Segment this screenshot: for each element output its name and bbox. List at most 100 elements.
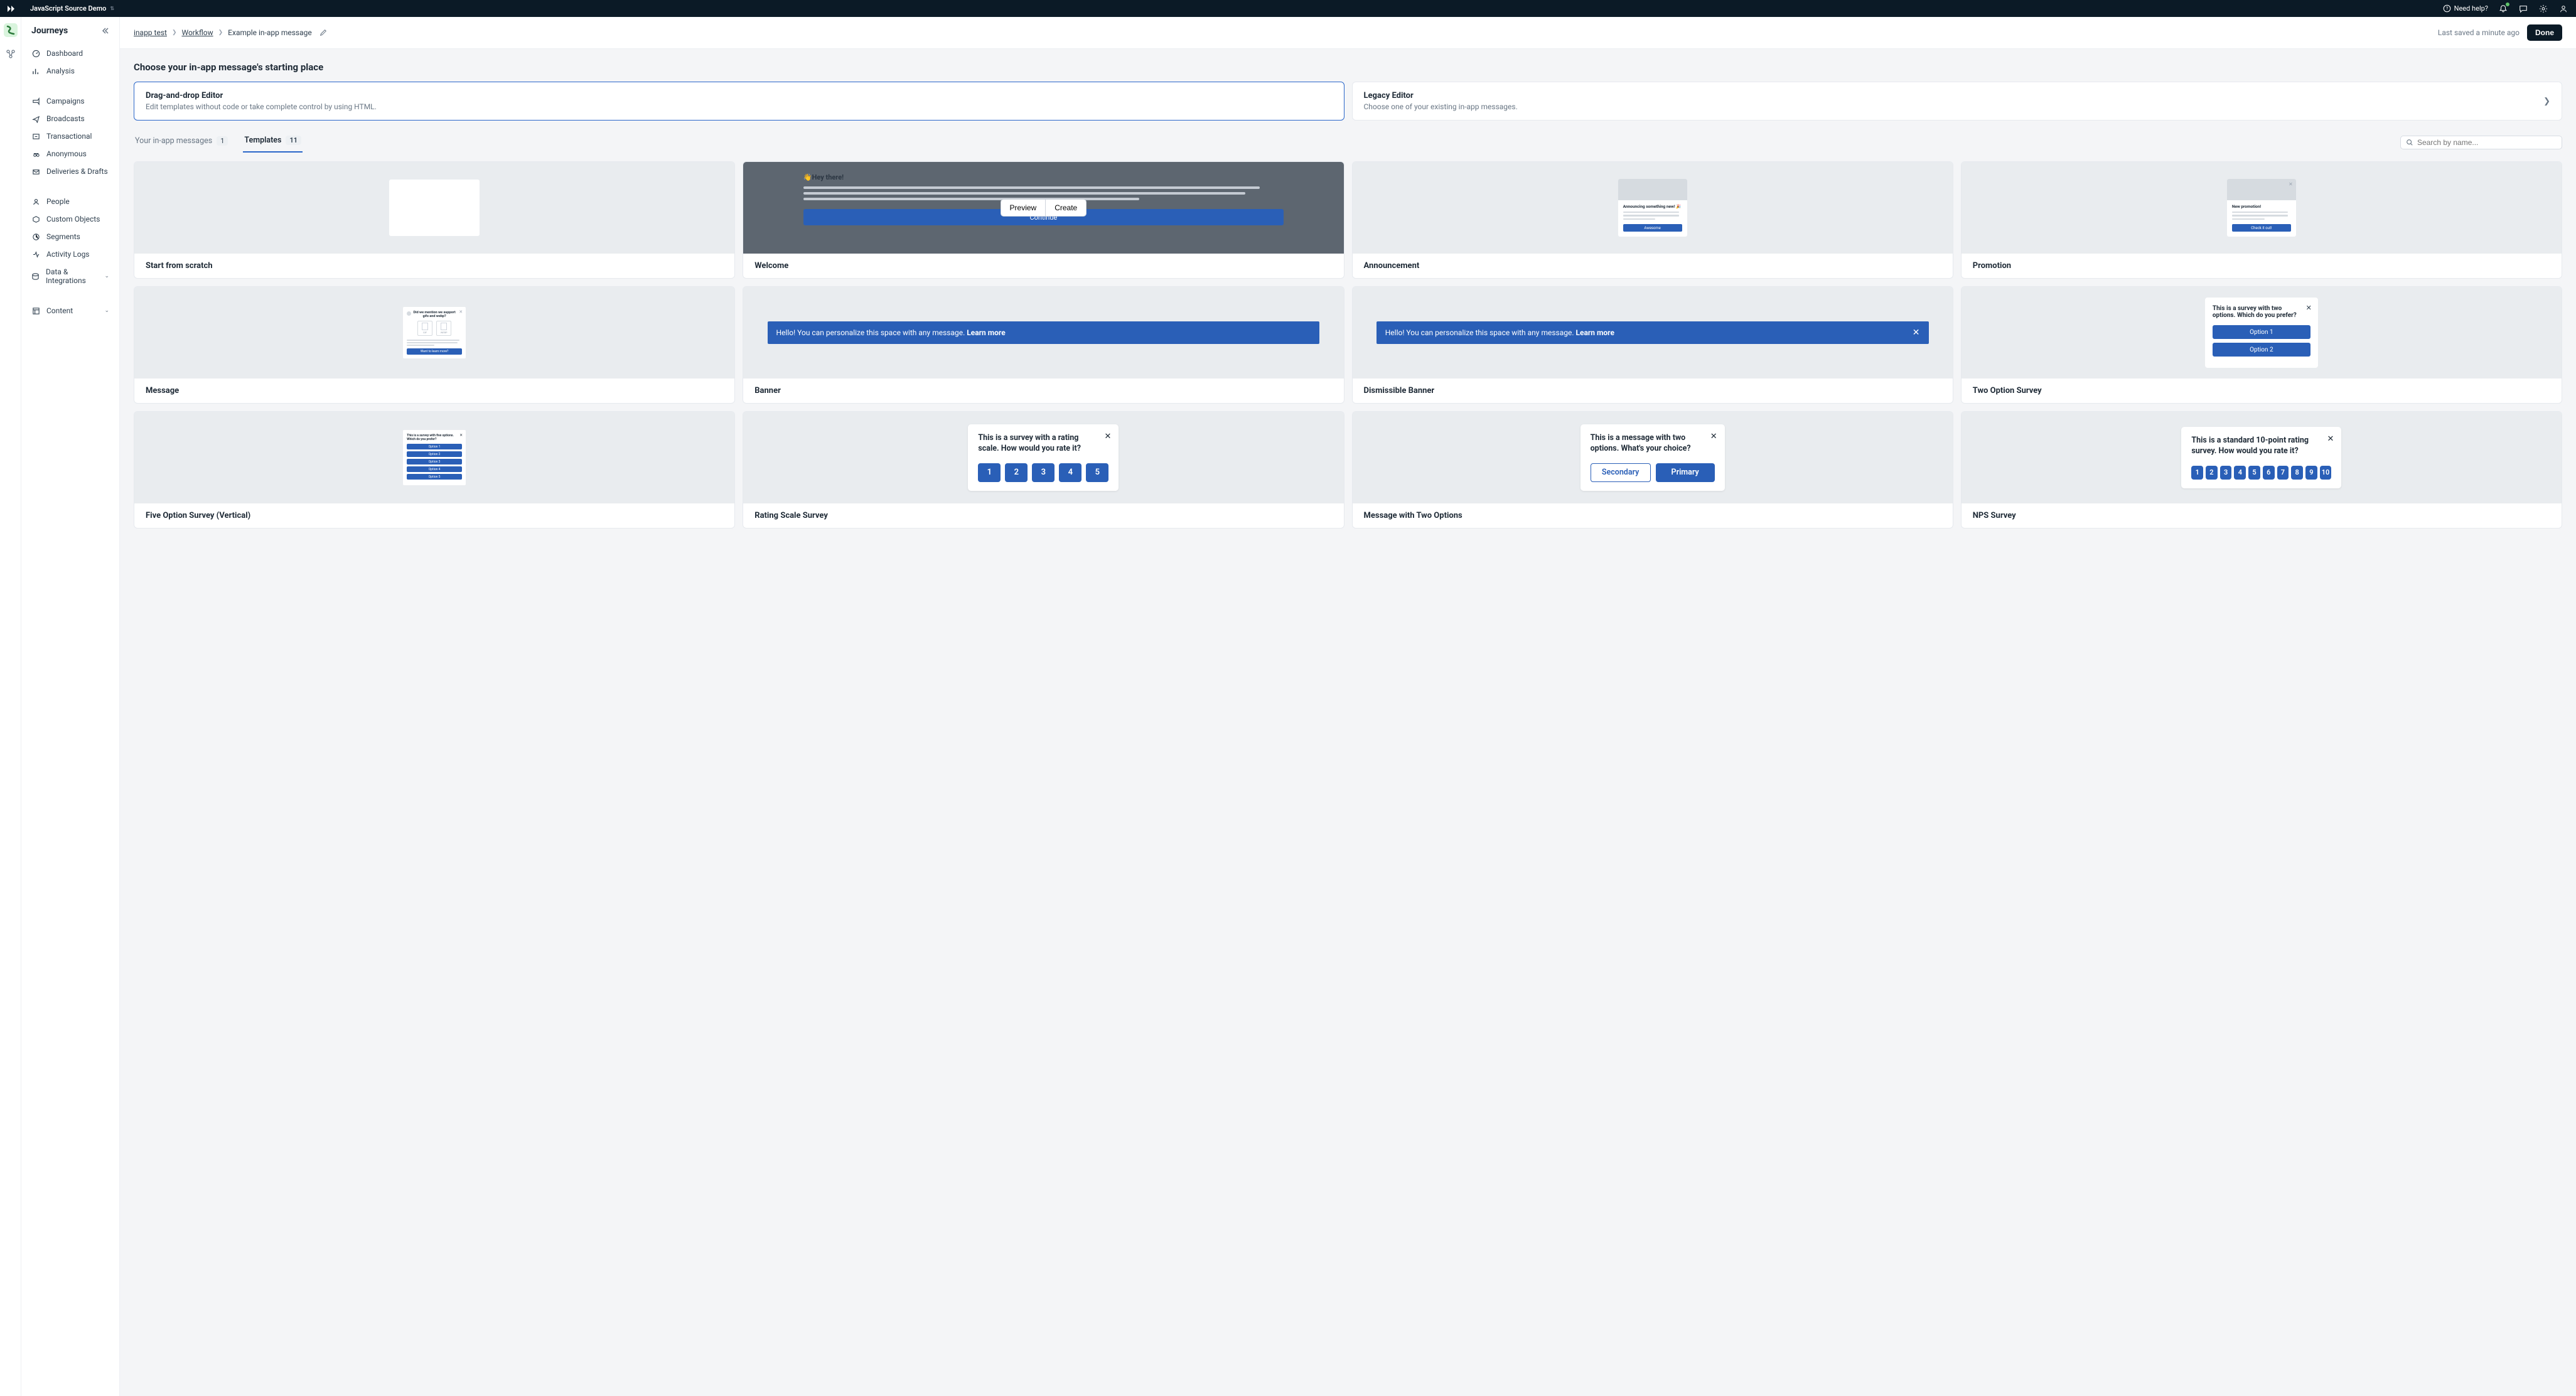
- help-label: Need help?: [2454, 4, 2488, 13]
- card-title: Promotion: [1962, 254, 2562, 278]
- nav-analysis[interactable]: Analysis: [21, 62, 119, 80]
- banner-mock: Hello! You can personalize this space wi…: [1377, 321, 1929, 345]
- two-option-mock: ✕ This is a message with two options. Wh…: [1580, 424, 1725, 491]
- settings-button[interactable]: [2538, 4, 2548, 14]
- card-title: Start from scratch: [134, 254, 734, 278]
- app-logo-icon[interactable]: [8, 4, 19, 13]
- workspace-name: JavaScript Source Demo: [30, 4, 106, 13]
- chat-button[interactable]: [2518, 4, 2528, 14]
- nav-anonymous[interactable]: Anonymous: [21, 145, 119, 163]
- editor-subtitle: Choose one of your existing in-app messa…: [1364, 102, 1518, 111]
- broadcasts-icon: [31, 114, 40, 123]
- nav-deliveries[interactable]: Deliveries & Drafts: [21, 163, 119, 180]
- editor-drag-drop[interactable]: Drag-and-drop Editor Edit templates with…: [134, 82, 1344, 121]
- mock-option: Option 1: [2213, 325, 2310, 339]
- survey-mock: ✕ This is a survey with two options. Whi…: [2205, 298, 2318, 368]
- nav-label: Content: [46, 306, 73, 315]
- dashboard-icon: [31, 49, 40, 58]
- sidebar: Journeys Dashboard Analysis Campaigns: [21, 17, 120, 1396]
- template-card-message-two-options[interactable]: ✕ This is a message with two options. Wh…: [1352, 411, 1953, 529]
- tab-your-messages[interactable]: Your in-app messages 1: [134, 132, 229, 152]
- breadcrumb-link[interactable]: inapp test: [134, 28, 167, 37]
- mock-primary: Primary: [1656, 463, 1715, 482]
- nav-label: Data & Integrations: [46, 267, 98, 285]
- mock-button: Awesome: [1623, 224, 1682, 232]
- data-icon: [31, 272, 40, 281]
- search-input[interactable]: [2417, 138, 2557, 147]
- activity-icon: [31, 250, 40, 259]
- mock-title: This is a survey with two options. Which…: [2213, 305, 2310, 319]
- editor-title: Drag-and-drop Editor: [146, 91, 377, 100]
- mock-title: This is a survey with five options. Whic…: [407, 434, 462, 441]
- template-card-dismissible-banner[interactable]: Hello! You can personalize this space wi…: [1352, 286, 1953, 404]
- nav-content[interactable]: Content ⌄: [21, 302, 119, 319]
- icon-rail: [0, 17, 21, 1396]
- mock-option: Option 2: [2213, 343, 2310, 357]
- nav-segments[interactable]: Segments: [21, 228, 119, 245]
- template-card-banner[interactable]: Hello! You can personalize this space wi…: [743, 286, 1344, 404]
- segments-icon: [31, 232, 40, 241]
- template-card-welcome[interactable]: 👋Hey there! Continue Preview Create Welc…: [743, 161, 1344, 279]
- anonymous-icon: [31, 149, 40, 158]
- close-icon: ✕: [1710, 432, 1717, 441]
- nav-label: Analysis: [46, 67, 75, 75]
- mock-title: Announcing something new! 🎉: [1623, 204, 1682, 209]
- template-card-rating-scale[interactable]: ✕ This is a survey with a rating scale. …: [743, 411, 1344, 529]
- nav-label: Segments: [46, 232, 80, 241]
- template-card-message[interactable]: ✕ Did we mention we support gifs and web…: [134, 286, 735, 404]
- close-icon: ✕: [2327, 434, 2334, 444]
- nav-broadcasts[interactable]: Broadcasts: [21, 110, 119, 127]
- template-card-scratch[interactable]: Start from scratch: [134, 161, 735, 279]
- nav-objects[interactable]: Custom Objects: [21, 210, 119, 228]
- account-button[interactable]: [2558, 4, 2568, 14]
- tab-templates[interactable]: Templates 11: [243, 132, 303, 153]
- create-button[interactable]: Create: [1046, 199, 1087, 217]
- nav-label: Broadcasts: [46, 114, 85, 123]
- done-button[interactable]: Done: [2527, 24, 2562, 41]
- close-icon: ✕: [2306, 304, 2312, 312]
- collapse-sidebar-button[interactable]: [102, 27, 109, 35]
- card-title: Announcement: [1353, 254, 1953, 278]
- close-icon: ✕: [459, 433, 463, 438]
- nps-mock: ✕ This is a standard 10-point rating sur…: [2181, 427, 2341, 488]
- card-title: Banner: [743, 379, 1343, 403]
- edit-name-button[interactable]: [319, 29, 327, 36]
- template-card-announcement[interactable]: Announcing something new! 🎉 Awesome Anno…: [1352, 161, 1953, 279]
- nav-people[interactable]: People: [21, 193, 119, 210]
- close-icon: ✕: [1913, 328, 1920, 338]
- workspace-switcher[interactable]: JavaScript Source Demo ⇅: [30, 4, 114, 13]
- nav-data[interactable]: Data & Integrations ⌄: [21, 263, 119, 289]
- help-icon: ?: [2443, 4, 2451, 13]
- nav-dashboard[interactable]: Dashboard: [21, 45, 119, 62]
- nav-label: Activity Logs: [46, 250, 90, 259]
- notification-dot: [2506, 3, 2509, 6]
- editor-title: Legacy Editor: [1364, 91, 1518, 100]
- search-field[interactable]: [2400, 136, 2562, 149]
- preview-button[interactable]: Preview: [1001, 199, 1046, 217]
- page-heading: Choose your in-app message's starting pl…: [134, 62, 2562, 73]
- nav-campaigns[interactable]: Campaigns: [21, 92, 119, 110]
- template-card-promotion[interactable]: ✕ New promotion! Check it out! Promotion: [1961, 161, 2562, 279]
- card-title: Dismissible Banner: [1353, 379, 1953, 403]
- mock-heading: 👋Hey there!: [803, 173, 1284, 181]
- breadcrumb-link[interactable]: Workflow: [181, 28, 213, 37]
- template-card-five-option-survey[interactable]: ✕ This is a survey with five options. Wh…: [134, 411, 735, 529]
- announcement-mock: Announcing something new! 🎉 Awesome: [1618, 179, 1687, 237]
- nav-activity[interactable]: Activity Logs: [21, 245, 119, 263]
- tab-label: Your in-app messages: [135, 136, 212, 146]
- editor-legacy[interactable]: Legacy Editor Choose one of your existin…: [1352, 82, 2563, 121]
- notifications-button[interactable]: [2498, 4, 2508, 14]
- rail-journeys[interactable]: [4, 23, 18, 37]
- chevron-updown-icon: ⇅: [110, 6, 114, 11]
- blank-preview: [389, 180, 480, 236]
- page-header: inapp test ❯ Workflow ❯ Example in-app m…: [120, 17, 2576, 49]
- gear-icon: [2539, 4, 2548, 13]
- template-card-nps[interactable]: ✕ This is a standard 10-point rating sur…: [1961, 411, 2562, 529]
- card-title: Welcome: [743, 254, 1343, 278]
- nav-transactional[interactable]: Transactional: [21, 127, 119, 145]
- close-icon: ✕: [1104, 432, 1111, 441]
- help-link[interactable]: ? Need help?: [2443, 4, 2488, 13]
- template-card-two-option-survey[interactable]: ✕ This is a survey with two options. Whi…: [1961, 286, 2562, 404]
- card-title: Two Option Survey: [1962, 379, 2562, 403]
- rail-pipelines[interactable]: [4, 47, 18, 61]
